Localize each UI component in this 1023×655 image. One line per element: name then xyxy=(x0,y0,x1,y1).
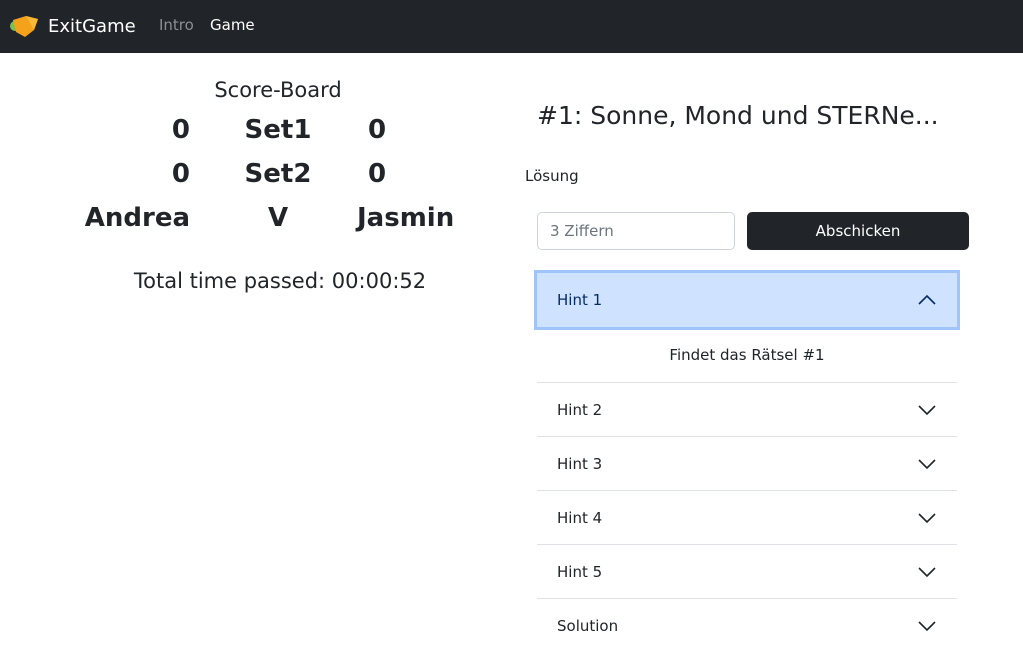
set2-label: Set2 xyxy=(244,159,312,189)
hint-item-2: Hint 2 xyxy=(537,383,957,437)
hint-4-label: Hint 4 xyxy=(557,508,603,527)
hint-4-header[interactable]: Hint 4 xyxy=(537,491,957,544)
hint-1-label: Hint 1 xyxy=(557,291,603,309)
hint-5-label: Hint 5 xyxy=(557,562,603,581)
solution-header[interactable]: Solution xyxy=(537,599,957,652)
hint-item-3: Hint 3 xyxy=(537,437,957,491)
set2-score-right: 0 xyxy=(368,159,387,189)
hint-item-5: Hint 5 xyxy=(537,545,957,599)
chevron-down-icon xyxy=(918,566,936,577)
chevron-down-icon xyxy=(918,458,936,469)
chevron-down-icon xyxy=(918,512,936,523)
hint-5-header[interactable]: Hint 5 xyxy=(537,545,957,598)
solution-label: Lösung xyxy=(525,167,579,185)
riddle-title: #1: Sonne, Mond und STERNe... xyxy=(537,101,939,130)
solution-input[interactable] xyxy=(537,212,735,250)
nav-link-intro[interactable]: Intro xyxy=(159,16,194,34)
set1-score-right: 0 xyxy=(368,115,387,145)
hint-1-header[interactable]: Hint 1 xyxy=(537,273,957,327)
hint-2-header[interactable]: Hint 2 xyxy=(537,383,957,436)
hint-3-label: Hint 3 xyxy=(557,454,603,473)
player-left-name: Andrea xyxy=(84,203,190,233)
exitgame-logo-icon xyxy=(10,16,38,37)
set1-label: Set1 xyxy=(244,115,312,145)
brand-link[interactable]: ExitGame xyxy=(8,11,136,41)
hints-accordion: Hint 1 Findet das Rätsel #1 Hint 2 Hint … xyxy=(537,273,957,652)
scoreboard-title: Score-Board xyxy=(214,78,342,102)
hint-item-1: Hint 1 Findet das Rätsel #1 xyxy=(537,273,957,383)
hint-3-header[interactable]: Hint 3 xyxy=(537,437,957,490)
chevron-up-icon xyxy=(918,294,936,305)
versus-label: V xyxy=(267,203,289,233)
player-right-name: Jasmin xyxy=(357,203,455,233)
total-time-passed: Total time passed: 00:00:52 xyxy=(133,269,427,293)
top-navbar: ExitGame Intro Game xyxy=(0,0,1023,53)
brand-name: ExitGame xyxy=(48,15,136,37)
nav-link-game[interactable]: Game xyxy=(210,16,255,34)
solution-hint-label: Solution xyxy=(557,616,619,635)
hint-2-label: Hint 2 xyxy=(557,400,603,419)
hint-item-solution: Solution xyxy=(537,599,957,652)
set2-score-left: 0 xyxy=(171,159,190,189)
hint-1-body: Findet das Rätsel #1 xyxy=(669,345,825,364)
set1-score-left: 0 xyxy=(171,115,190,145)
hint-item-4: Hint 4 xyxy=(537,491,957,545)
chevron-down-icon xyxy=(918,620,936,631)
chevron-down-icon xyxy=(918,404,936,415)
submit-button[interactable]: Abschicken xyxy=(747,212,969,250)
